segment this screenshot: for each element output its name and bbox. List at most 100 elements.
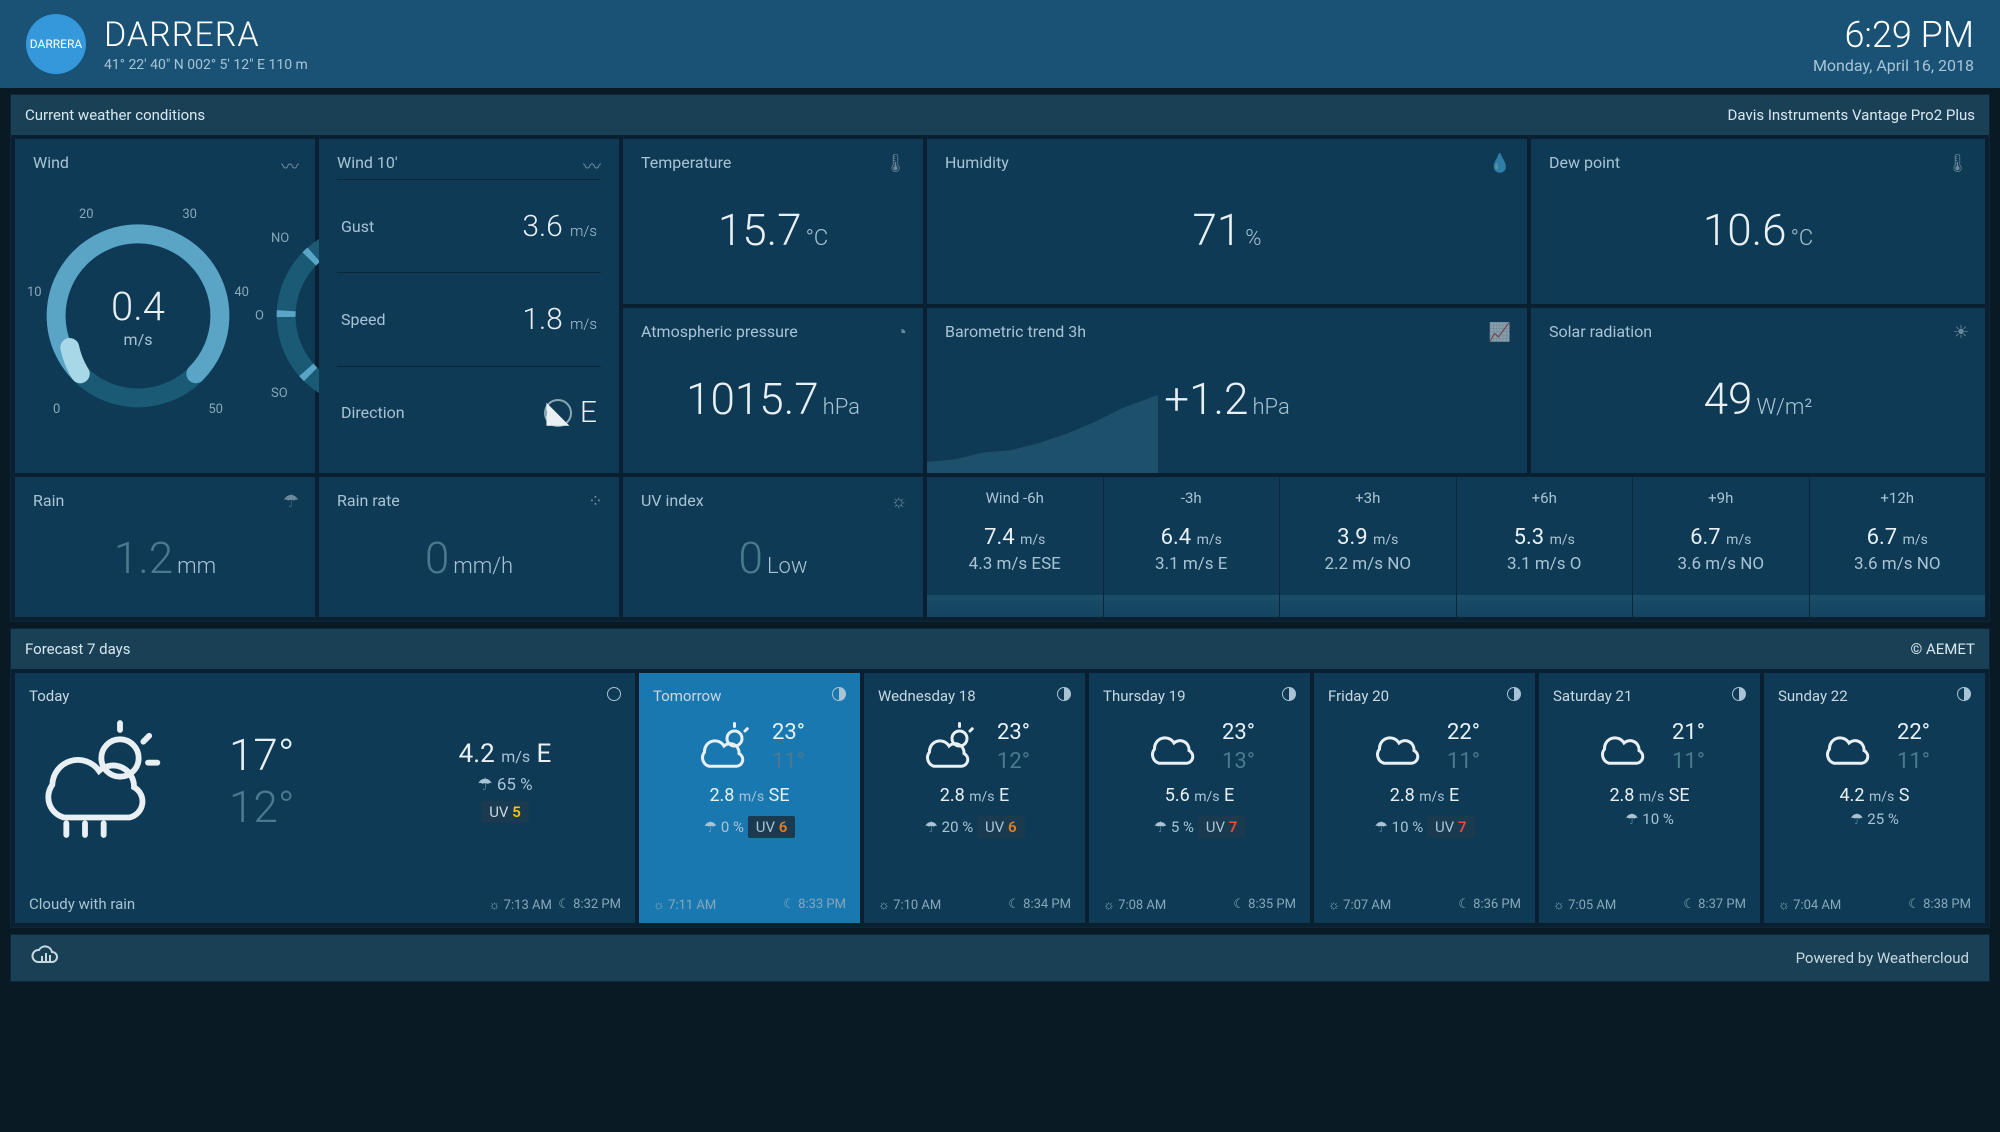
dew-label: Dew point [1549, 153, 1967, 172]
today-uv-value: 5 [512, 803, 521, 821]
station-coords: 41° 22' 40" N 002° 5' 12" E 110 m [104, 57, 308, 73]
forecast-today[interactable]: Today 17° 12° 4.2 m/s E ☂ 65 % UV 5 Clou… [15, 673, 635, 923]
temp-card[interactable]: Temperature 🌡 15.7°C [623, 139, 923, 304]
forecast-title: Forecast 7 days [25, 640, 130, 658]
compass-o: O [255, 309, 264, 324]
day-uv: UV 6 [748, 816, 796, 838]
wind-fc-col: +9h6.7 m/s3.6 m/s NO [1632, 477, 1809, 617]
moon-phase-icon [832, 687, 846, 701]
gust-label: Gust [341, 217, 374, 236]
wind-fc-col: +12h6.7 m/s3.6 m/s NO [1809, 477, 1986, 617]
rainrate-card[interactable]: Rain rate ⁘ 0mm/h [319, 477, 619, 617]
humidity-card[interactable]: Humidity 💧 71% [927, 139, 1527, 304]
day-lo: 11° [772, 748, 805, 777]
sensor-name: Davis Instruments Vantage Pro2 Plus [1728, 106, 1975, 124]
today-lo: 12° [229, 781, 389, 833]
solar-value: 49 [1704, 373, 1753, 425]
gauge-icon: ◔ [896, 322, 907, 343]
wind10-card[interactable]: Wind 10' 〰 Gust 3.6 m/s Speed 1.8 m/s Di… [319, 139, 619, 473]
logo-icon: DARRERA [26, 14, 86, 74]
wfc-hour: +12h [1814, 489, 1982, 507]
pressure-label: Atmospheric pressure [641, 322, 905, 341]
speed10-value: 1.8 [522, 302, 562, 337]
wind-card[interactable]: Wind 〰 0 10 20 30 40 50 0.4 [15, 139, 315, 473]
current-section-head: Current weather conditions Davis Instrum… [11, 95, 1989, 135]
day-sunset: ☾ 8:37 PM [1683, 897, 1746, 913]
speed10-label: Speed [341, 310, 385, 329]
forecast-day[interactable]: Thursday 19 23°13° 5.6 m/s E ☂ 5 % UV 7 … [1089, 673, 1310, 923]
forecast-head: Forecast 7 days © AEMET [11, 629, 1989, 669]
chart-icon: 📈 [1489, 322, 1511, 343]
gust-unit: m/s [570, 222, 597, 240]
today-wind: 4.2 [459, 739, 495, 769]
current-title: Current weather conditions [25, 106, 205, 124]
wind-label: Wind [33, 153, 69, 172]
uv-card[interactable]: UV index ☼ 0Low [623, 477, 923, 617]
rain-card[interactable]: Rain ☂ 1.2mm [15, 477, 315, 617]
wind-forecast-card[interactable]: Wind -6h7.4 m/s4.3 m/s ESE-3h6.4 m/s3.1 … [927, 477, 1985, 617]
today-rain: ☂ 65 % [389, 775, 621, 795]
temp-unit: °C [806, 226, 829, 251]
gauge-tick-50: 50 [208, 402, 223, 417]
clock-area: 6:29 PM Monday, April 16, 2018 [1813, 14, 1974, 75]
day-hi: 23° [772, 719, 805, 748]
gauge-tick-40: 40 [234, 285, 249, 300]
compass-icon: ◣ [544, 399, 572, 427]
forecast-credit: © AEMET [1910, 640, 1975, 658]
wind10-label: Wind 10' [337, 153, 398, 179]
weather-icon [694, 719, 754, 777]
solar-card[interactable]: Solar radiation ☀ 49W/m² [1531, 308, 1985, 473]
wfc-hour: +9h [1637, 489, 1805, 507]
wfc-hour: +6h [1461, 489, 1629, 507]
dew-value: 10.6 [1703, 204, 1787, 256]
today-desc: Cloudy with rain [29, 895, 135, 913]
wfc-hour: Wind -6h [931, 489, 1099, 507]
dir10-label: Direction [341, 403, 405, 422]
wfc-hour: +3h [1284, 489, 1452, 507]
thermometer-icon: 🌡 [1946, 153, 1969, 174]
wfc-gust: 6.7 m/s [1814, 525, 1982, 550]
day-uv: UV 6 [977, 816, 1025, 838]
dew-card[interactable]: Dew point 🌡 10.6°C [1531, 139, 1985, 304]
forecast-day[interactable]: Friday 20 22°11° 2.8 m/s E ☂ 10 % UV 7 ☼… [1314, 673, 1535, 923]
wind-speed-value: 0.4 [111, 283, 165, 330]
gauge-tick-10: 10 [27, 285, 42, 300]
moon-phase-icon [1057, 687, 1071, 701]
day-rain: ☂ 25 % [1850, 810, 1899, 828]
wind-speed-gauge: 0 10 20 30 40 50 0.4 m/s [33, 211, 243, 421]
forecast-grid: Today 17° 12° 4.2 m/s E ☂ 65 % UV 5 Clou… [11, 669, 1989, 927]
day-sunset: ☾ 8:34 PM [1008, 897, 1071, 913]
forecast-day[interactable]: Wednesday 18 23°12° 2.8 m/s E ☂ 20 % UV … [864, 673, 1085, 923]
powered-by: Powered by Weathercloud [1796, 949, 1969, 967]
app-header: DARRERA DARRERA 41° 22' 40" N 002° 5' 12… [0, 0, 2000, 88]
humidity-value: 71 [1192, 204, 1241, 256]
trend-card[interactable]: Barometric trend 3h 📈 +1.2hPa [927, 308, 1527, 473]
forecast-day[interactable]: Saturday 21 21°11° 2.8 m/s SE ☂ 10 % ☼ 7… [1539, 673, 1760, 923]
wind-fc-col: -3h6.4 m/s3.1 m/s E [1103, 477, 1280, 617]
today-wind-unit: m/s [501, 747, 530, 766]
day-hi: 23° [997, 719, 1030, 748]
cloud-chart-icon[interactable] [31, 944, 59, 972]
forecast-day[interactable]: Sunday 22 22°11° 4.2 m/s S ☂ 25 % ☼ 7:04… [1764, 673, 1985, 923]
day-sunrise: ☼ 7:11 AM [653, 897, 716, 913]
current-section: Current weather conditions Davis Instrum… [10, 94, 1990, 622]
day-wind: 4.2 m/s S [1778, 785, 1971, 806]
compass-no: NO [271, 231, 289, 246]
day-wind: 2.8 m/s SE [1553, 785, 1746, 806]
forecast-day[interactable]: Tomorrow 23°11° 2.8 m/s SE ☂ 0 % UV 6 ☼ … [639, 673, 860, 923]
day-sunrise: ☼ 7:07 AM [1328, 897, 1391, 913]
pressure-card[interactable]: Atmospheric pressure ◔ 1015.7hPa [623, 308, 923, 473]
solar-label: Solar radiation [1549, 322, 1967, 341]
today-hi: 17° [229, 729, 389, 781]
day-hi: 23° [1222, 719, 1255, 748]
speed10-unit: m/s [570, 315, 597, 333]
day-lo: 12° [997, 748, 1030, 777]
rainrate-unit: mm/h [453, 554, 513, 579]
day-hi: 22° [1897, 719, 1930, 748]
day-sunrise: ☼ 7:08 AM [1103, 897, 1166, 913]
day-sunset: ☾ 8:33 PM [783, 897, 846, 913]
day-label: Friday 20 [1328, 687, 1389, 705]
uv-value: 0 [739, 532, 763, 584]
rainrate-label: Rain rate [337, 491, 601, 510]
today-uv-label: UV [489, 803, 508, 821]
